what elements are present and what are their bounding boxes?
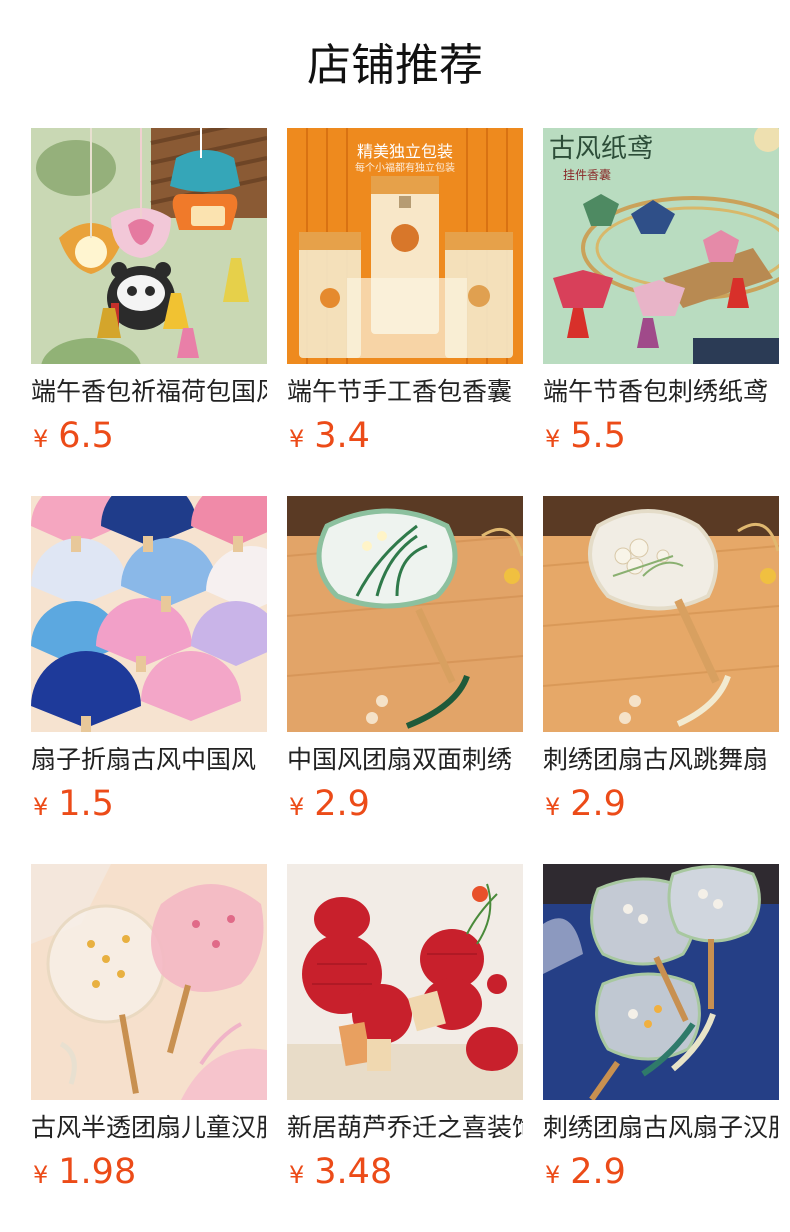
price-value: 1.98 — [58, 1152, 137, 1192]
currency-symbol: ¥ — [545, 793, 561, 821]
product-price: ¥2.9 — [545, 782, 626, 826]
product-price: ¥3.48 — [289, 1150, 392, 1194]
product-price: ¥2.9 — [545, 1150, 626, 1194]
product-card[interactable]: 新居葫芦乔迁之喜装饰 ¥3.48 — [287, 864, 523, 1232]
product-card[interactable]: 刺绣团扇古风扇子汉服 ¥2.9 — [543, 864, 779, 1232]
currency-symbol: ¥ — [33, 425, 49, 453]
product-price: ¥1.98 — [33, 1150, 136, 1194]
product-name[interactable]: 扇子折扇古风中国风 — [31, 740, 267, 780]
price-value: 2.9 — [570, 1152, 626, 1192]
product-name[interactable]: 端午节香包刺绣纸鸢 — [543, 372, 779, 412]
product-name[interactable]: 古风半透团扇儿童汉服 — [31, 1108, 267, 1148]
product-name[interactable]: 新居葫芦乔迁之喜装饰 — [287, 1108, 523, 1148]
product-image[interactable] — [543, 496, 779, 732]
currency-symbol: ¥ — [289, 425, 305, 453]
image-headline: 精美独立包装 — [356, 142, 453, 161]
price-value: 2.9 — [314, 784, 370, 824]
price-value: 2.9 — [570, 784, 626, 824]
product-card[interactable]: 刺绣团扇古风跳舞扇 ¥2.9 — [543, 496, 779, 864]
product-card[interactable]: 扇子折扇古风中国风 ¥1.5 — [31, 496, 267, 864]
currency-symbol: ¥ — [289, 793, 305, 821]
product-price: ¥1.5 — [33, 782, 114, 826]
price-value: 3.4 — [314, 416, 370, 456]
product-image[interactable] — [31, 864, 267, 1100]
product-name[interactable]: 端午香包祈福荷包国风 — [31, 372, 267, 412]
product-card[interactable]: 古风半透团扇儿童汉服 ¥1.98 — [31, 864, 267, 1232]
price-value: 6.5 — [58, 416, 114, 456]
product-image[interactable] — [287, 864, 523, 1100]
product-price: ¥5.5 — [545, 414, 626, 458]
product-card[interactable]: 中国风团扇双面刺绣 ¥2.9 — [287, 496, 523, 864]
image-subtext: 每个小福都有独立包装 — [355, 163, 455, 174]
price-value: 3.48 — [314, 1152, 393, 1192]
product-image[interactable] — [31, 128, 267, 364]
product-card[interactable]: 端午香包祈福荷包国风 ¥6.5 — [31, 128, 267, 496]
product-image[interactable] — [287, 496, 523, 732]
page-title: 店铺推荐 — [307, 40, 483, 91]
product-price: ¥2.9 — [289, 782, 370, 826]
product-image[interactable] — [31, 496, 267, 732]
product-name[interactable]: 刺绣团扇古风扇子汉服 — [543, 1108, 779, 1148]
product-card[interactable]: 古风纸鸢 挂件香囊 端午节香包刺绣纸鸢 ¥5.5 — [543, 128, 779, 496]
currency-symbol: ¥ — [33, 1161, 49, 1189]
product-name[interactable]: 端午节手工香包香囊 — [287, 372, 523, 412]
currency-symbol: ¥ — [545, 425, 561, 453]
product-grid: 端午香包祈福荷包国风 ¥6.5 精美独立包装 每个小福都有独立包装 端午节手工香… — [31, 128, 779, 1232]
product-card[interactable]: 精美独立包装 每个小福都有独立包装 端午节手工香包香囊 ¥3.4 — [287, 128, 523, 496]
product-price: ¥3.4 — [289, 414, 370, 458]
currency-symbol: ¥ — [33, 793, 49, 821]
price-value: 1.5 — [58, 784, 114, 824]
image-brand-text: 古风纸鸢 — [549, 134, 654, 164]
product-price: ¥6.5 — [33, 414, 114, 458]
image-subtext: 挂件香囊 — [563, 168, 612, 182]
product-image[interactable]: 古风纸鸢 挂件香囊 — [543, 128, 779, 364]
currency-symbol: ¥ — [545, 1161, 561, 1189]
price-value: 5.5 — [570, 416, 626, 456]
product-name[interactable]: 刺绣团扇古风跳舞扇 — [543, 740, 779, 780]
product-name[interactable]: 中国风团扇双面刺绣 — [287, 740, 523, 780]
product-image[interactable] — [543, 864, 779, 1100]
product-image[interactable]: 精美独立包装 每个小福都有独立包装 — [287, 128, 523, 364]
currency-symbol: ¥ — [289, 1161, 305, 1189]
